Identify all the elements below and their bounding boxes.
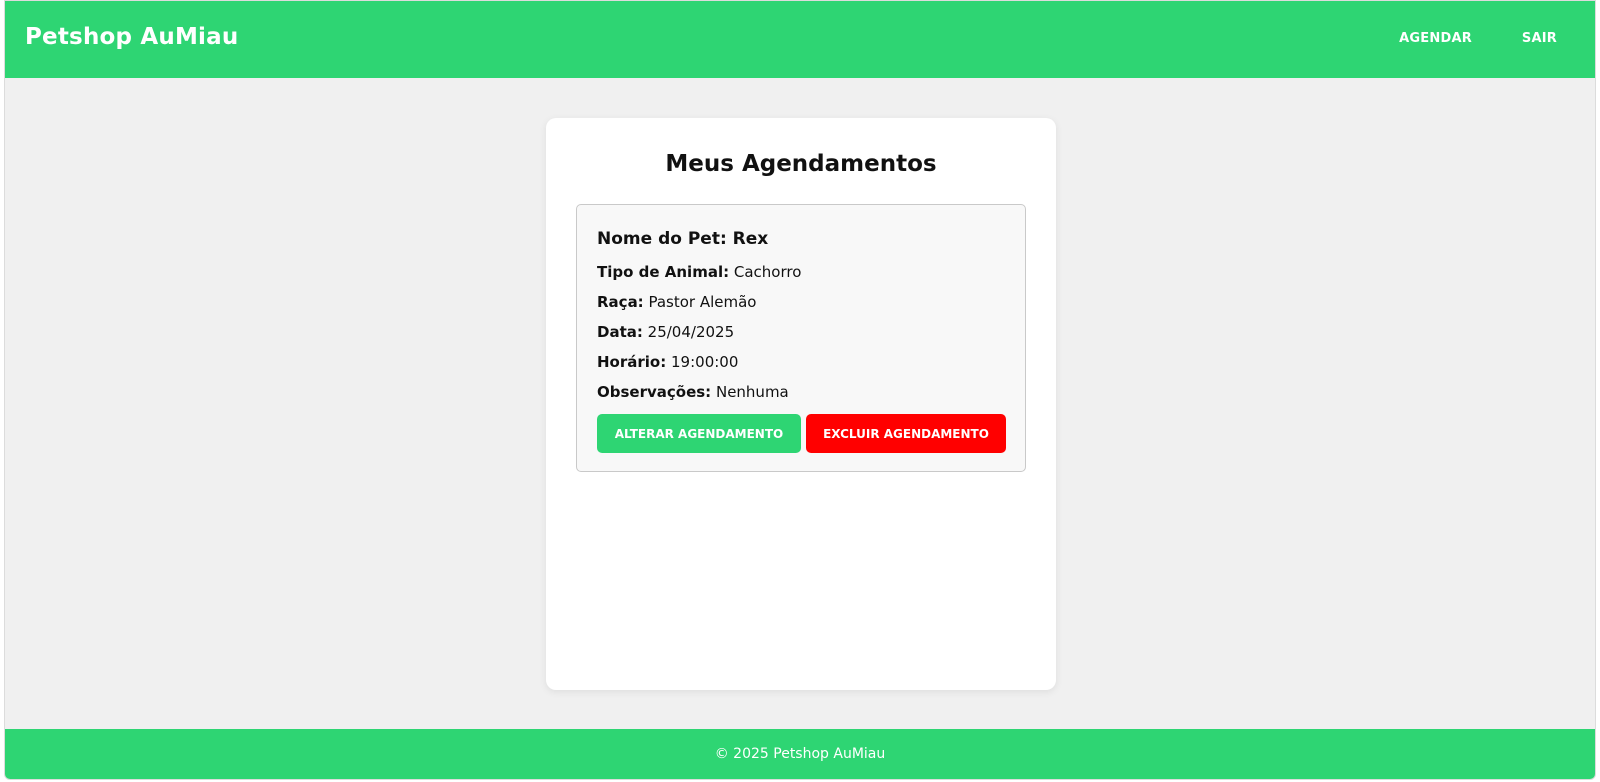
edit-appointment-button[interactable]: ALTERAR AGENDAMENTO <box>597 414 801 453</box>
field-notes: Observações: Nenhuma <box>597 383 789 401</box>
pet-name-value: Rex <box>732 229 769 249</box>
field-date: Data: 25/04/2025 <box>597 323 734 341</box>
field-label: Tipo de Animal: <box>597 263 730 281</box>
field-value: 19:00:00 <box>671 353 739 371</box>
field-breed: Raça: Pastor Alemão <box>597 293 756 311</box>
pet-name-heading: Nome do Pet: Rex <box>597 229 768 249</box>
field-label: Raça: <box>597 293 644 311</box>
field-value: Cachorro <box>733 263 802 281</box>
app-window: Petshop AuMiau AGENDAR SAIR Meus Agendam… <box>4 0 1596 780</box>
top-nav: AGENDAR SAIR <box>1399 31 1557 46</box>
field-label: Data: <box>597 323 643 341</box>
nav-agendar-link[interactable]: AGENDAR <box>1399 31 1472 46</box>
pet-name-label: Nome do Pet: <box>597 229 727 249</box>
brand-logo-text[interactable]: Petshop AuMiau <box>25 24 238 50</box>
nav-sair-link[interactable]: SAIR <box>1522 31 1557 46</box>
header-bar: Petshop AuMiau AGENDAR SAIR <box>5 1 1595 78</box>
field-label: Horário: <box>597 353 667 371</box>
appointment-card: Nome do Pet: Rex Tipo de Animal: Cachorr… <box>576 204 1026 472</box>
appointments-panel: Meus Agendamentos Nome do Pet: Rex Tipo … <box>546 118 1056 690</box>
field-animal-type: Tipo de Animal: Cachorro <box>597 263 801 281</box>
field-label: Observações: <box>597 383 712 401</box>
footer-bar: © 2025 Petshop AuMiau <box>5 729 1595 779</box>
page-title: Meus Agendamentos <box>665 151 937 177</box>
field-time: Horário: 19:00:00 <box>597 353 738 371</box>
delete-appointment-button[interactable]: EXCLUIR AGENDAMENTO <box>806 414 1006 453</box>
field-value: Nenhuma <box>715 383 789 401</box>
field-value: 25/04/2025 <box>647 323 735 341</box>
footer-copyright: © 2025 Petshop AuMiau <box>714 746 886 762</box>
field-value: Pastor Alemão <box>648 293 757 311</box>
